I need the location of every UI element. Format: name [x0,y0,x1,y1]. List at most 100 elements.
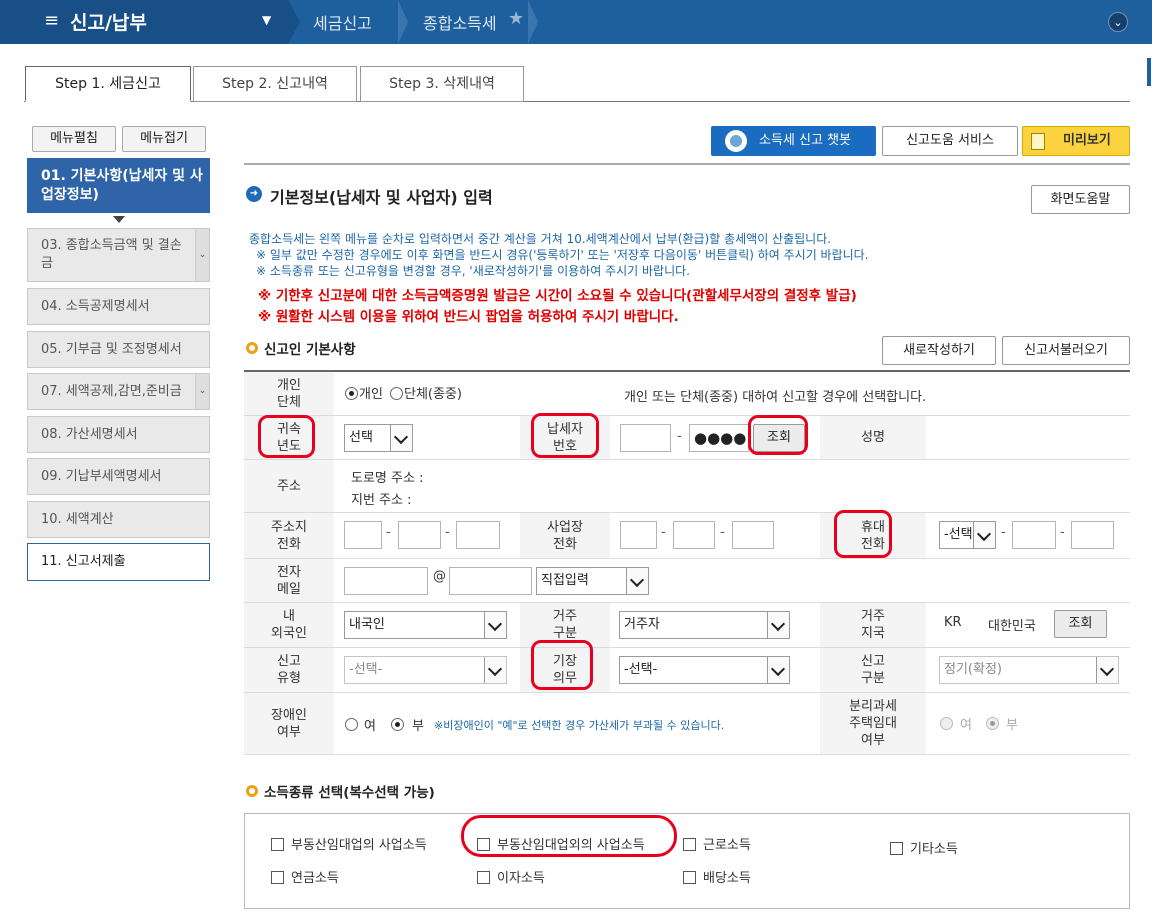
email-domain-input[interactable] [449,567,532,595]
document-icon [1031,133,1045,150]
dash: - [661,525,666,540]
checkbox-dividend[interactable] [683,871,696,884]
email-id-input[interactable] [344,567,428,595]
year-select[interactable]: 선택 [344,424,413,452]
biz-phone-2[interactable] [673,521,715,549]
info-line: ※ 일부 값만 수정한 경우에도 이후 화면을 반드시 경유('등록하기' 또는… [256,248,869,262]
checkbox-pension[interactable] [271,871,284,884]
mobile-3[interactable] [1071,521,1114,549]
mobile-prefix-select[interactable]: -선택 [939,521,996,549]
sidebar-item-submit[interactable]: 11. 신고서제출 [27,543,210,581]
home-phone-1[interactable] [344,521,382,549]
highlight-bookkeeping [531,640,593,690]
checkbox-other[interactable] [890,842,903,855]
highlight-year [258,415,315,458]
radio-separate-yes[interactable] [940,717,953,730]
chevron-down-icon[interactable]: ⌄ [195,229,209,281]
section-divider [244,163,1130,165]
individual-label: 개인 단체 [244,372,334,415]
breadcrumb-item-tax-report[interactable]: 세금신고 [313,10,372,34]
report-div-select[interactable]: 정기(확정) [939,656,1119,684]
menu-expand-button[interactable]: 메뉴펼침 [32,126,116,152]
radio-disabled-yes-label: 여 [364,719,376,734]
chevron-down-icon[interactable]: ⌄ [195,374,209,409]
expand-circle-icon[interactable]: ⌄ [1108,12,1128,32]
biz-phone-1[interactable] [620,521,657,549]
sidebar-item-tax-calc[interactable]: 10. 세액계산 [27,501,210,538]
form-row-year: 귀속 년도 선택 납세자 번호 - ●●●● 조회 성명 [244,416,1130,460]
section-bullet-icon [246,342,258,354]
dash: - [677,429,682,444]
email-domain-select[interactable]: 직접입력 [536,567,649,595]
individual-note: 개인 또는 단체(종중) 대하여 신고할 경우에 선택합니다. [624,390,927,405]
tab-step2[interactable]: Step 2. 신고내역 [193,66,357,102]
new-report-button[interactable]: 새로작성하기 [882,336,996,365]
taxpayer-no-back-input[interactable]: ●●●● [689,424,749,452]
home-phone-2[interactable] [398,521,441,549]
report-type-select[interactable]: -선택- [344,656,507,684]
home-phone-3[interactable] [456,521,500,549]
radio-group-label: 단체(종중) [404,387,462,402]
tab-step1[interactable]: Step 1. 세금신고 [25,66,191,102]
bookkeeping-select[interactable]: -선택- [619,656,790,684]
breadcrumb-separator [398,0,408,44]
taxpayer-no-front-input[interactable] [620,424,671,452]
sidebar-item-label: 05. 기부금 및 조정명세서 [41,342,182,357]
residence-select[interactable]: 거주자 [619,611,790,639]
checkbox-label: 배당소득 [703,871,751,886]
checkbox-label: 연금소득 [291,871,339,886]
hamburger-icon[interactable]: ≡ [44,10,59,31]
checkbox-rental-biz[interactable] [271,838,284,851]
dash: - [720,525,725,540]
disabled-note: ※비장애인이 "예"로 선택한 경우 가산세가 부과될 수 있습니다. [434,719,725,732]
caret-down-icon[interactable]: ▼ [262,13,271,27]
info-line: 종합소득세는 왼쪽 메뉴를 순차로 입력하면서 중간 계산을 거쳐 10.세액계… [249,232,832,246]
radio-disabled-no[interactable] [391,718,404,731]
info-line: ※ 소득종류 또는 신고유형을 변경할 경우, '새로작성하기'를 이용하여 주… [256,264,690,278]
income-section-title: 소득종류 선택(복수선택 가능) [264,785,435,801]
sidebar-item-deductions[interactable]: 04. 소득공제명세서 [27,288,210,325]
chatbot-label: 소득세 신고 챗봇 [759,133,851,148]
nationality-select[interactable]: 내국인 [344,611,507,639]
name-label: 성명 [820,416,926,459]
email-label: 전자 메일 [244,559,334,602]
radio-separate-no-label: 부 [1006,718,1018,733]
active-pointer-icon [113,216,125,223]
menu-title[interactable]: 신고/납부 [70,8,147,35]
mobile-2[interactable] [1012,521,1056,549]
separate-tax-label: 분리과세 주택임대 여부 [820,693,926,754]
country-lookup-button[interactable]: 조회 [1054,610,1107,638]
radio-individual[interactable] [345,387,358,400]
radio-separate-no[interactable] [986,717,999,730]
sidebar-item-donations[interactable]: 05. 기부금 및 조정명세서 [27,331,210,368]
dash: - [445,525,450,540]
preview-button[interactable]: 미리보기 [1022,126,1130,156]
load-report-button[interactable]: 신고서불러오기 [1002,336,1130,365]
breadcrumb-separator [528,0,538,44]
warning-line: ※ 원활한 시스템 이용을 위하여 반드시 팝업을 허용하여 주시기 바랍니다. [258,309,679,325]
screen-help-button[interactable]: 화면도움말 [1031,185,1130,214]
sidebar-item-basic-info[interactable]: 01. 기본사항(납세자 및 사업장정보) [27,158,210,213]
tab-step3[interactable]: Step 3. 삭제내역 [360,66,524,102]
checkbox-label: 기타소득 [910,842,958,857]
form-row-nationality: 내 외국인 내국인 거주 구분 거주자 거주 지국 KR 대한민국 조회 [244,603,1130,648]
radio-group[interactable] [390,387,403,400]
favorite-star-icon[interactable]: ★ [508,8,524,29]
home-phone-label: 주소지 전화 [244,513,334,558]
menu-collapse-button[interactable]: 메뉴접기 [122,126,206,152]
help-service-button[interactable]: 신고도움 서비스 [882,126,1018,156]
sidebar-item-penalty[interactable]: 08. 가산세명세서 [27,416,210,453]
sidebar-item-label: 11. 신고서제출 [41,554,126,569]
chatbot-button[interactable]: 소득세 신고 챗봇 [711,126,876,156]
sidebar-item-income-amount[interactable]: 03. 종합소득금액 및 결손금 ⌄ [27,228,210,282]
dash: - [1060,525,1065,540]
checkbox-interest[interactable] [477,871,490,884]
biz-phone-3[interactable] [732,521,774,549]
sidebar-item-tax-credits[interactable]: 07. 세액공제,감면,준비금 ⌄ [27,373,210,410]
country-name: 대한민국 [988,619,1036,634]
checkbox-labor[interactable] [683,838,696,851]
radio-disabled-yes[interactable] [345,718,358,731]
breadcrumb-item-income-tax[interactable]: 종합소득세 [423,10,497,34]
sidebar-item-prepaid-tax[interactable]: 09. 기납부세액명세서 [27,458,210,495]
page-title: 기본정보(납세자 및 사업자) 입력 [270,188,493,207]
